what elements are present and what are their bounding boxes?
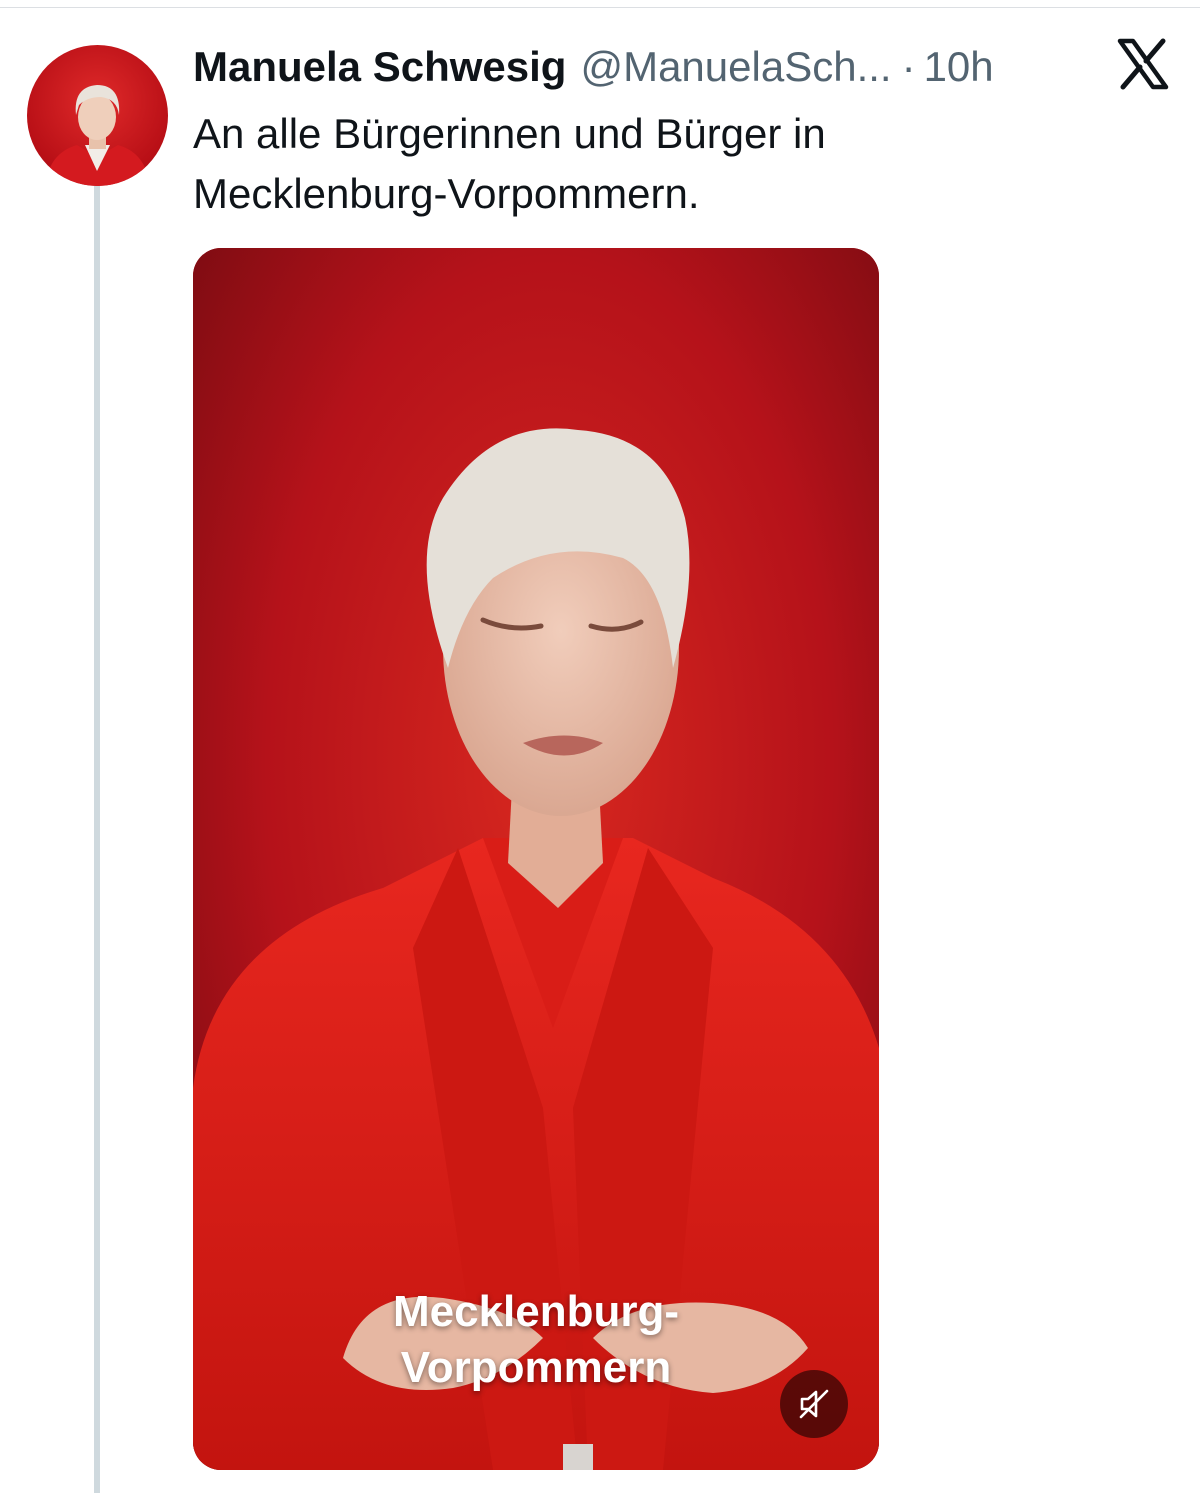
tweet-text-line: An alle Bürgerinnen und Bürger in (193, 110, 826, 157)
tweet-text-line: Mecklenburg-Vorpommern. (193, 170, 700, 217)
user-handle[interactable]: @ManuelaSch... (580, 40, 891, 94)
video-caption: Mecklenburg- Vorpommern (193, 1284, 879, 1396)
separator-dot: · (901, 43, 916, 90)
thread-connector-line (94, 186, 100, 1493)
video-caption-line: Vorpommern (400, 1343, 672, 1392)
video-caption-line: Mecklenburg- (392, 1287, 680, 1336)
display-name[interactable]: Manuela Schwesig (193, 40, 566, 94)
avatar-portrait (45, 85, 150, 186)
tweet-header: Manuela Schwesig @ManuelaSch... · 10h (193, 40, 1083, 94)
mute-toggle-button[interactable] (780, 1370, 848, 1438)
avatar[interactable] (27, 45, 168, 186)
x-logo-icon (1117, 38, 1169, 90)
top-divider (0, 7, 1200, 8)
tweet-text: An alle Bürgerinnen und Bürger in Meckle… (193, 104, 1153, 224)
video-player[interactable]: Mecklenburg- Vorpommern (193, 248, 879, 1470)
timestamp[interactable]: 10h (924, 40, 994, 94)
speaker-muted-icon (799, 1389, 829, 1419)
